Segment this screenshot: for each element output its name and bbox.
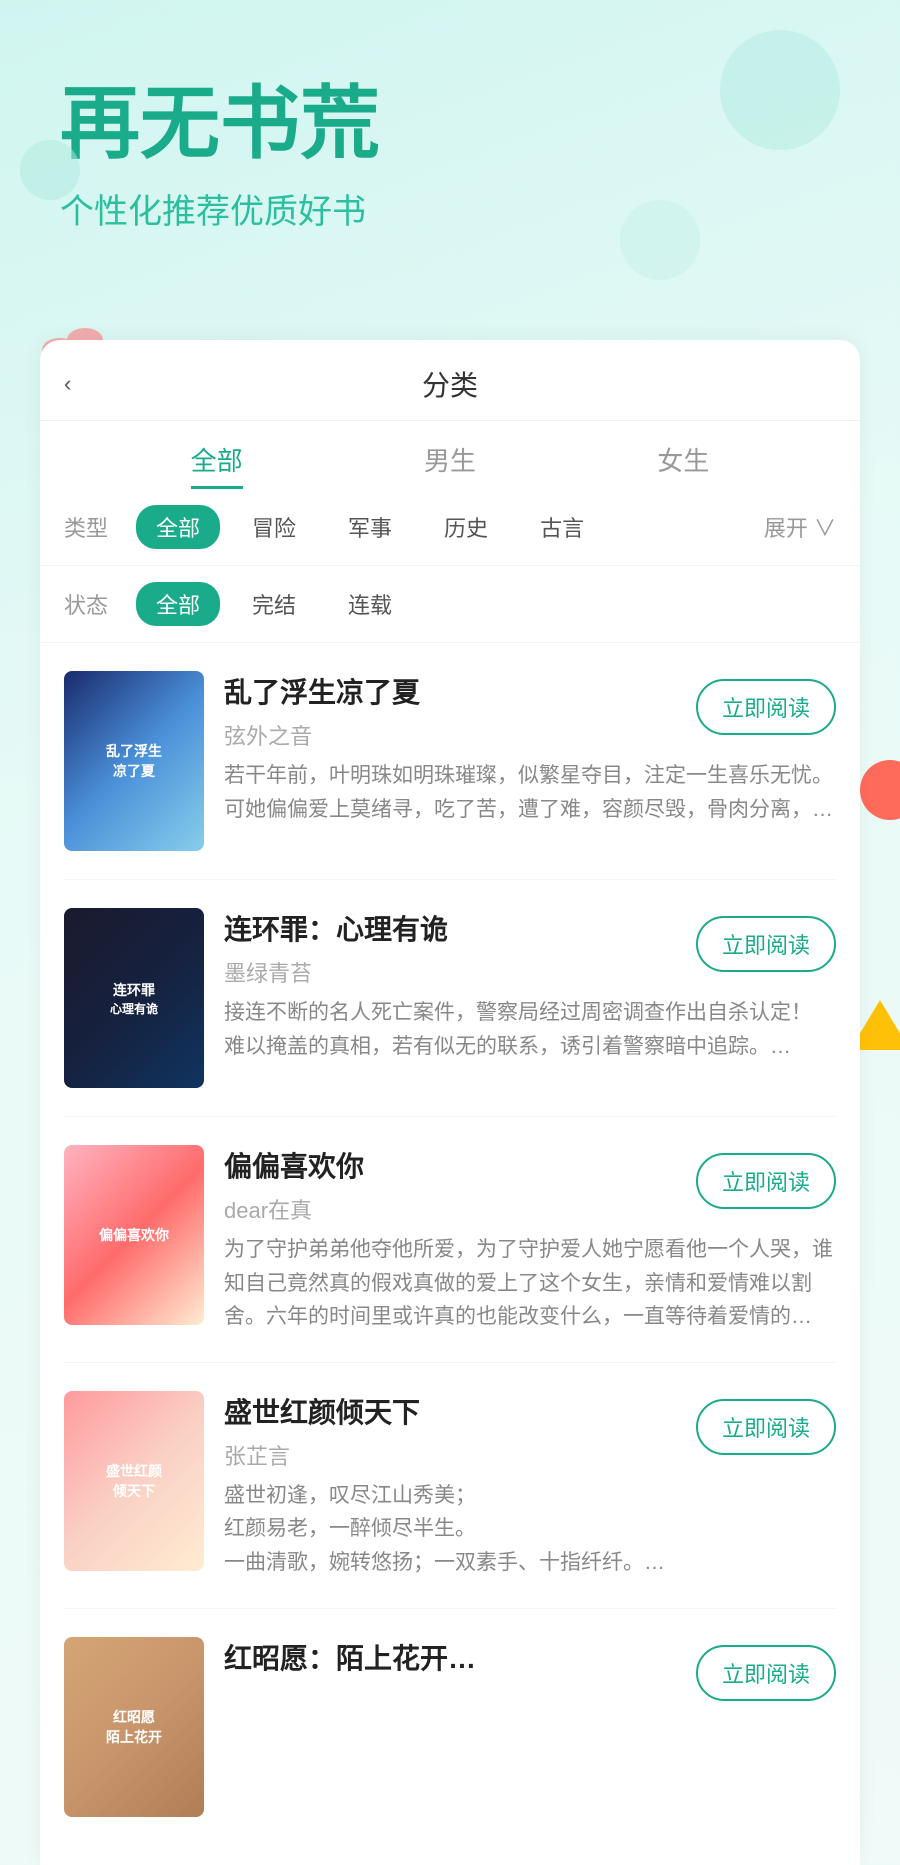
tab-all[interactable]: 全部 <box>191 441 243 489</box>
book-cover-text-3: 偏偏喜欢你 <box>64 1145 204 1325</box>
read-button-5[interactable]: 立即阅读 <box>696 1645 836 1701</box>
book-cover-text-2: 连环罪心理有诡 <box>64 908 204 1088</box>
book-desc-1: 若干年前，叶明珠如明珠璀璨，似繁星夺目，注定一生喜乐无忧。可她偏偏爱上莫绪寻，吃… <box>224 759 836 826</box>
type-filter-label: 类型 <box>64 511 124 543</box>
book-cover-5[interactable]: 红昭愿陌上花开 <box>64 1637 204 1817</box>
book-cover-1[interactable]: 乱了浮生凉了夏 <box>64 671 204 851</box>
book-cover-3[interactable]: 偏偏喜欢你 <box>64 1145 204 1325</box>
tab-female[interactable]: 女生 <box>657 441 709 489</box>
gender-tabs: 全部 男生 女生 <box>40 421 860 489</box>
read-button-4[interactable]: 立即阅读 <box>696 1399 836 1455</box>
book-cover-text-1: 乱了浮生凉了夏 <box>64 671 204 851</box>
book-list: 乱了浮生凉了夏 乱了浮生凉了夏 弦外之音 若干年前，叶明珠如明珠璀璨，似繁星夺目… <box>40 643 860 1845</box>
book-cover-2[interactable]: 连环罪心理有诡 <box>64 908 204 1088</box>
type-chip-history[interactable]: 历史 <box>424 505 508 549</box>
blob-decoration-2 <box>620 200 700 280</box>
status-chip-ongoing[interactable]: 连载 <box>328 582 412 626</box>
book-item-2: 连环罪心理有诡 连环罪：心理有诡 墨绿青苔 接连不断的名人死亡案件，警察局经过周… <box>64 880 836 1117</box>
top-bar: ‹ 分类 <box>40 340 860 421</box>
book-item-5: 红昭愿陌上花开 红昭愿：陌上花开… 立即阅读 <box>64 1609 836 1845</box>
main-panel: ‹ 分类 全部 男生 女生 类型 全部 冒险 军事 历史 古言 展开 ∨ 状态 … <box>40 340 860 1865</box>
blob-decoration-3 <box>20 140 80 200</box>
read-button-1[interactable]: 立即阅读 <box>696 679 836 735</box>
book-desc-4: 盛世初逢，叹尽江山秀美；红颜易老，一醉倾尽半生。一曲清歌，婉转悠扬；一双素手、十… <box>224 1479 836 1580</box>
type-chip-ancient[interactable]: 古言 <box>520 505 604 549</box>
book-item-4: 盛世红颜倾天下 盛世红颜倾天下 张芷言 盛世初逢，叹尽江山秀美；红颜易老，一醉倾… <box>64 1363 836 1609</box>
hero-section: 再无书荒 个性化推荐优质好书 <box>0 0 900 340</box>
back-button[interactable]: ‹ <box>64 371 71 397</box>
book-desc-2: 接连不断的名人死亡案件，警察局经过周密调查作出自杀认定！难以掩盖的真相，若有似无… <box>224 996 836 1063</box>
type-chip-all[interactable]: 全部 <box>136 505 220 549</box>
book-item-3: 偏偏喜欢你 偏偏喜欢你 dear在真 为了守护弟弟他夺他所爱，为了守护爱人她宁愿… <box>64 1117 836 1363</box>
book-cover-4[interactable]: 盛世红颜倾天下 <box>64 1391 204 1571</box>
book-item-1: 乱了浮生凉了夏 乱了浮生凉了夏 弦外之音 若干年前，叶明珠如明珠璀璨，似繁星夺目… <box>64 643 836 880</box>
expand-button[interactable]: 展开 ∨ <box>764 511 836 543</box>
read-button-2[interactable]: 立即阅读 <box>696 916 836 972</box>
read-button-3[interactable]: 立即阅读 <box>696 1153 836 1209</box>
red-circle-decoration <box>860 760 900 820</box>
type-filter-row: 类型 全部 冒险 军事 历史 古言 展开 ∨ <box>40 489 860 566</box>
book-desc-3: 为了守护弟弟他夺他所爱，为了守护爱人她宁愿看他一个人哭，谁知自己竟然真的假戏真做… <box>224 1233 836 1334</box>
type-chip-military[interactable]: 军事 <box>328 505 412 549</box>
book-cover-text-4: 盛世红颜倾天下 <box>64 1391 204 1571</box>
status-chip-finished[interactable]: 完结 <box>232 582 316 626</box>
status-filter-row: 状态 全部 完结 连载 <box>40 566 860 643</box>
page-title: 分类 <box>422 364 478 404</box>
status-filter-label: 状态 <box>64 588 124 620</box>
hero-subtitle: 个性化推荐优质好书 <box>60 184 840 233</box>
type-chip-adventure[interactable]: 冒险 <box>232 505 316 549</box>
blob-decoration-1 <box>720 30 840 150</box>
tab-male[interactable]: 男生 <box>424 441 476 489</box>
book-cover-text-5: 红昭愿陌上花开 <box>64 1637 204 1817</box>
status-chip-all[interactable]: 全部 <box>136 582 220 626</box>
